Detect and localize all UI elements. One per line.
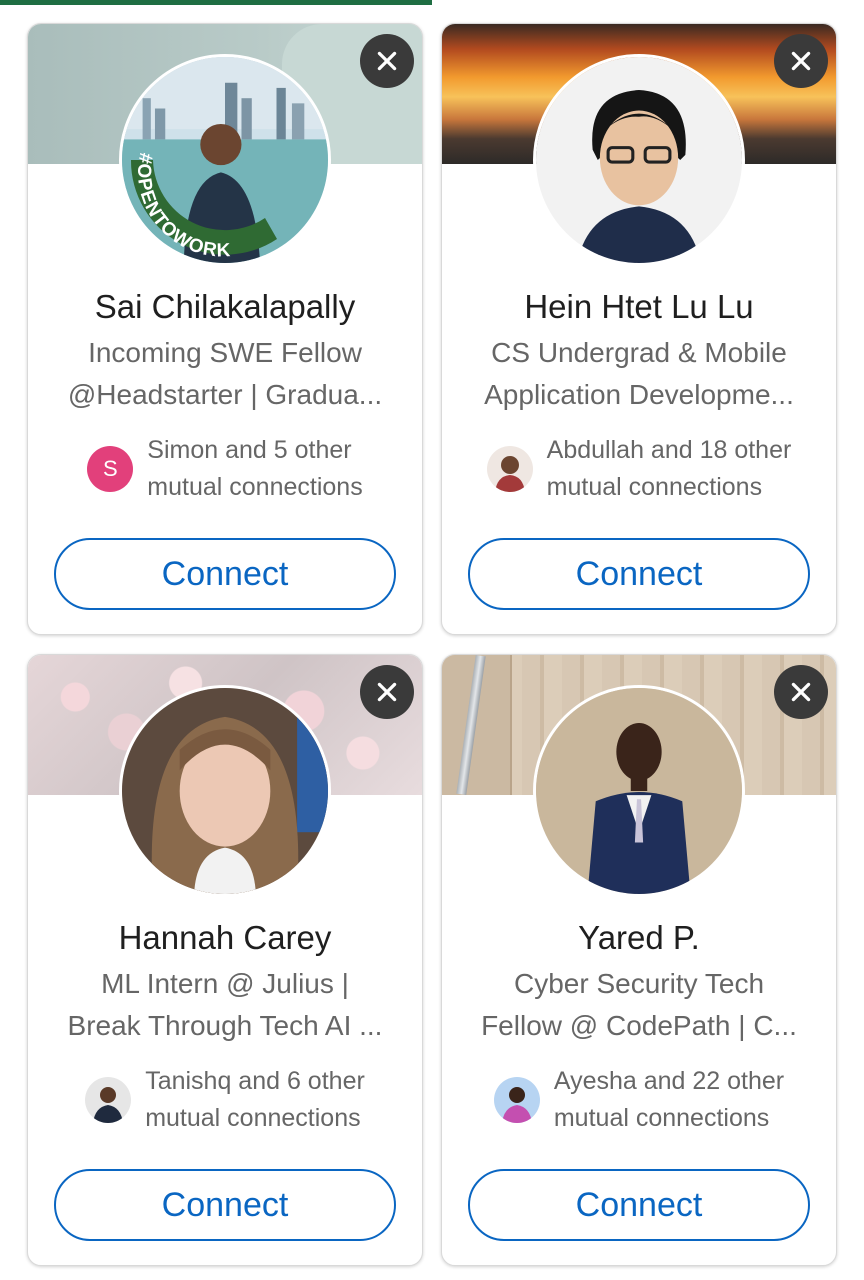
member-headline: Incoming SWE Fellow @Headstarter | Gradu… (67, 337, 383, 410)
connect-button[interactable]: Connect (468, 538, 810, 610)
mutual-connections: S Simon and 5 other mutual connections (28, 432, 422, 506)
member-name[interactable]: Hein Htet Lu Lu (442, 288, 836, 326)
connect-button[interactable]: Connect (54, 538, 396, 610)
mutual-line: Abdullah and 18 other (546, 436, 792, 464)
profile-photo[interactable] (533, 54, 745, 266)
close-icon (791, 51, 811, 71)
suggestion-card[interactable]: Yared P. Cyber Security Tech Fellow @ Co… (441, 654, 837, 1266)
mutual-line: mutual connections (147, 473, 363, 501)
mutual-line: Ayesha and 22 other (553, 1067, 785, 1095)
profile-photo[interactable] (533, 685, 745, 897)
dismiss-button[interactable] (774, 34, 828, 88)
mutual-line: mutual connections (546, 473, 763, 501)
mutual-avatar (85, 1077, 132, 1123)
member-name[interactable]: Sai Chilakalapally (28, 288, 422, 326)
close-icon (791, 682, 811, 702)
mutual-connections: Abdullah and 18 other mutual connections (442, 432, 836, 506)
mutual-connections: Tanishq and 6 other mutual connections (28, 1063, 422, 1137)
dismiss-button[interactable] (360, 665, 414, 719)
member-headline: CS Undergrad & Mobile Application Develo… (484, 337, 794, 410)
mutual-line: Tanishq and 6 other (145, 1067, 365, 1095)
member-name[interactable]: Yared P. (442, 919, 836, 957)
mutual-connections: Ayesha and 22 other mutual connections (442, 1063, 836, 1137)
suggestion-card[interactable]: Hein Htet Lu Lu CS Undergrad & Mobile Ap… (441, 23, 837, 635)
mutual-line: Simon and 5 other (147, 436, 352, 464)
suggestion-card[interactable]: #OPENTOWORK Sai Chilakalapally Incoming … (27, 23, 423, 635)
mutual-line: mutual connections (145, 1104, 361, 1132)
dismiss-button[interactable] (774, 665, 828, 719)
mutual-avatar (493, 1077, 540, 1123)
close-icon (377, 682, 397, 702)
member-headline: Cyber Security Tech Fellow @ CodePath | … (481, 968, 797, 1041)
svg-text:#OPENTOWORK: #OPENTOWORK (133, 151, 232, 261)
profile-photo[interactable] (119, 685, 331, 897)
open-to-work-badge: #OPENTOWORK (119, 54, 331, 266)
member-name[interactable]: Hannah Carey (28, 919, 422, 957)
connect-button[interactable]: Connect (54, 1169, 396, 1241)
close-icon (377, 51, 397, 71)
open-to-work-text: #OPENTOWORK (133, 151, 231, 261)
mutual-avatar (486, 446, 533, 492)
dismiss-button[interactable] (360, 34, 414, 88)
member-headline: ML Intern @ Julius | Break Through Tech … (67, 968, 383, 1041)
top-progress-bar (0, 0, 432, 5)
mutual-avatar: S (87, 446, 134, 492)
suggestion-card[interactable]: Hannah Carey ML Intern @ Julius | Break … (27, 654, 423, 1266)
mutual-line: mutual connections (553, 1104, 770, 1132)
connect-button[interactable]: Connect (468, 1169, 810, 1241)
